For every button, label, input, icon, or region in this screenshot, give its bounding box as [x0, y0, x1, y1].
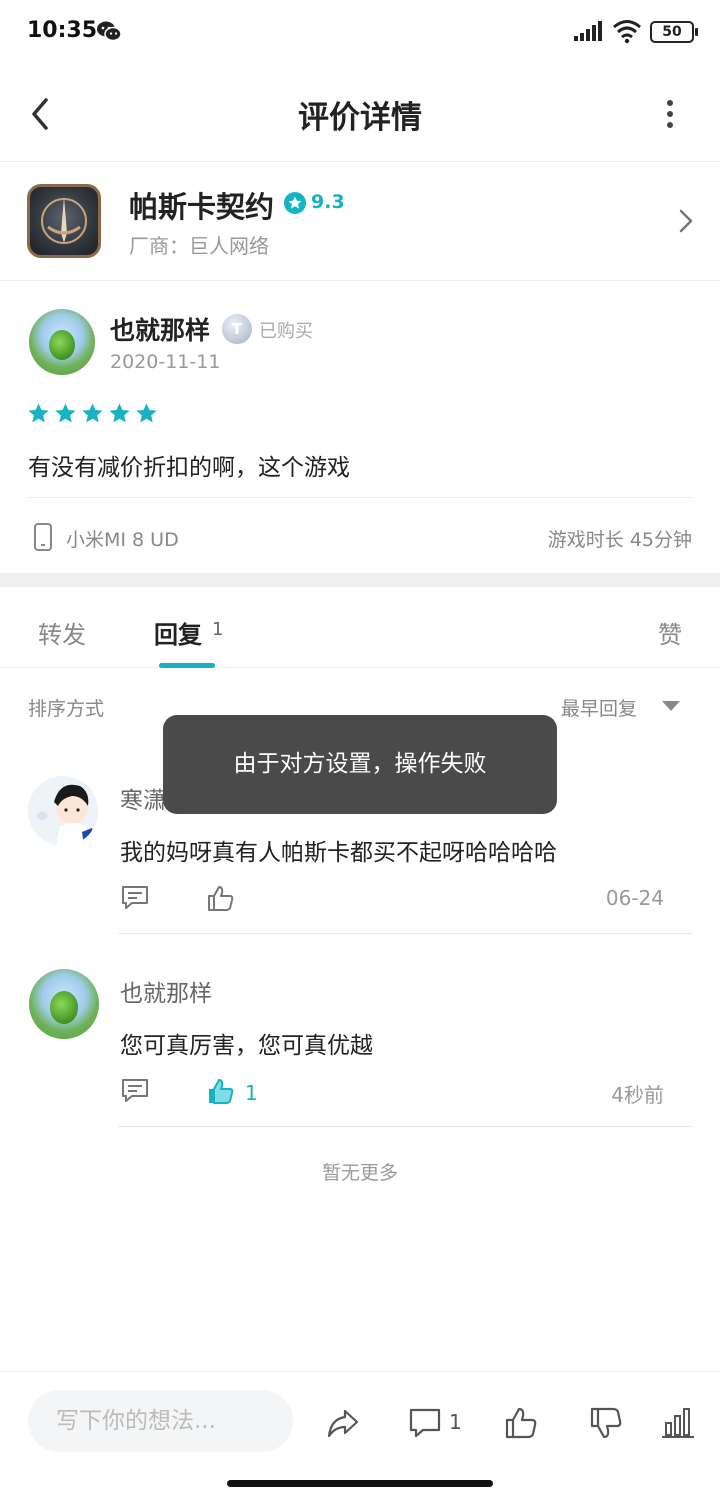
- home-indicator: [227, 1480, 493, 1487]
- caret-down-icon[interactable]: [662, 701, 680, 711]
- reviewer-name[interactable]: 也就那样: [110, 311, 210, 347]
- reply-time: 06-24: [605, 886, 664, 910]
- stats-icon[interactable]: [660, 1405, 696, 1441]
- review-text: 有没有减价折扣的啊，这个游戏: [28, 455, 350, 481]
- no-more-text: 暂无更多: [321, 1162, 398, 1184]
- status-bar: 10:35 50: [0, 0, 720, 66]
- thumbs-up-filled-icon[interactable]: [206, 1077, 236, 1105]
- device-name: 小米MI 8 UD: [66, 529, 179, 551]
- star-icon: [55, 403, 76, 423]
- wifi-icon: [613, 20, 641, 44]
- comment-input[interactable]: [28, 1390, 293, 1452]
- phone-icon: [34, 523, 52, 551]
- tab-reply-count: 1: [212, 619, 224, 640]
- star-icon: [136, 403, 157, 423]
- reply-time: 4秒前: [611, 1083, 664, 1107]
- play-time: 游戏时长 45分钟: [547, 529, 692, 551]
- game-icon: [27, 184, 101, 258]
- game-info-row[interactable]: 帕斯卡契约 9.3 厂商：巨人网络: [0, 162, 720, 281]
- reply-avatar[interactable]: [29, 969, 99, 1039]
- review-card: 也就那样 T 已购买 2020-11-11 有没有减价折扣的啊，这个游戏 小米M…: [0, 281, 720, 573]
- reply-like-count: 1: [245, 1081, 258, 1105]
- reply-text: 我的妈呀真有人帕斯卡都买不起呀哈哈哈哈: [120, 840, 557, 866]
- page-title: 评价详情: [298, 100, 422, 136]
- thumbs-down-icon[interactable]: [588, 1405, 624, 1441]
- reviewer-avatar[interactable]: [29, 309, 95, 375]
- review-date: 2020-11-11: [110, 351, 221, 373]
- rating-stars: [27, 402, 158, 425]
- tab-forward[interactable]: 转发: [38, 615, 86, 650]
- wechat-icon: [97, 21, 122, 42]
- bottom-action-bar: 1: [0, 1371, 720, 1471]
- signal-icon: [574, 21, 602, 41]
- game-score: 9.3: [311, 191, 345, 213]
- game-name: 帕斯卡契约: [129, 190, 275, 224]
- tab-like[interactable]: 赞: [658, 615, 682, 650]
- sort-dropdown[interactable]: 最早回复: [561, 694, 637, 721]
- divider: [28, 497, 692, 498]
- thumbs-up-icon[interactable]: [206, 884, 236, 912]
- title-bar: 评价详情: [0, 66, 720, 162]
- purchased-badge: 已购买: [259, 321, 313, 342]
- reply-text: 您可真厉害，您可真优越: [120, 1033, 373, 1059]
- divider: [118, 933, 692, 934]
- toast-message: 由于对方设置，操作失败: [163, 715, 557, 814]
- reply-author[interactable]: 寒潇: [120, 781, 166, 815]
- comment-icon[interactable]: [407, 1405, 443, 1441]
- tab-reply[interactable]: 回复: [154, 615, 202, 650]
- share-icon[interactable]: [325, 1405, 361, 1441]
- sort-label: 排序方式: [28, 698, 105, 720]
- chevron-right-icon: [679, 209, 693, 233]
- battery-icon: 50: [650, 21, 698, 43]
- level-badge: T: [222, 314, 252, 344]
- reply-avatar[interactable]: [28, 776, 98, 846]
- comment-icon[interactable]: [120, 884, 150, 912]
- more-options-icon[interactable]: [660, 96, 680, 132]
- reply-item: 也就那样 您可真厉害，您可真优越 1 4秒前: [0, 963, 720, 1129]
- comment-count: 1: [449, 1410, 462, 1434]
- divider: [118, 1126, 692, 1127]
- tab-bar: 转发 回复 1 赞: [0, 587, 720, 668]
- section-divider: [0, 573, 720, 587]
- comment-icon[interactable]: [120, 1077, 150, 1105]
- score-star-icon: [284, 192, 306, 214]
- reply-author[interactable]: 也就那样: [120, 974, 212, 1008]
- star-icon: [82, 403, 103, 423]
- thumbs-up-icon[interactable]: [503, 1405, 539, 1441]
- game-vendor: 厂商：巨人网络: [129, 234, 269, 258]
- star-icon: [109, 403, 130, 423]
- star-icon: [28, 403, 49, 423]
- status-time: 10:35: [27, 18, 98, 43]
- tab-active-indicator: [159, 663, 215, 668]
